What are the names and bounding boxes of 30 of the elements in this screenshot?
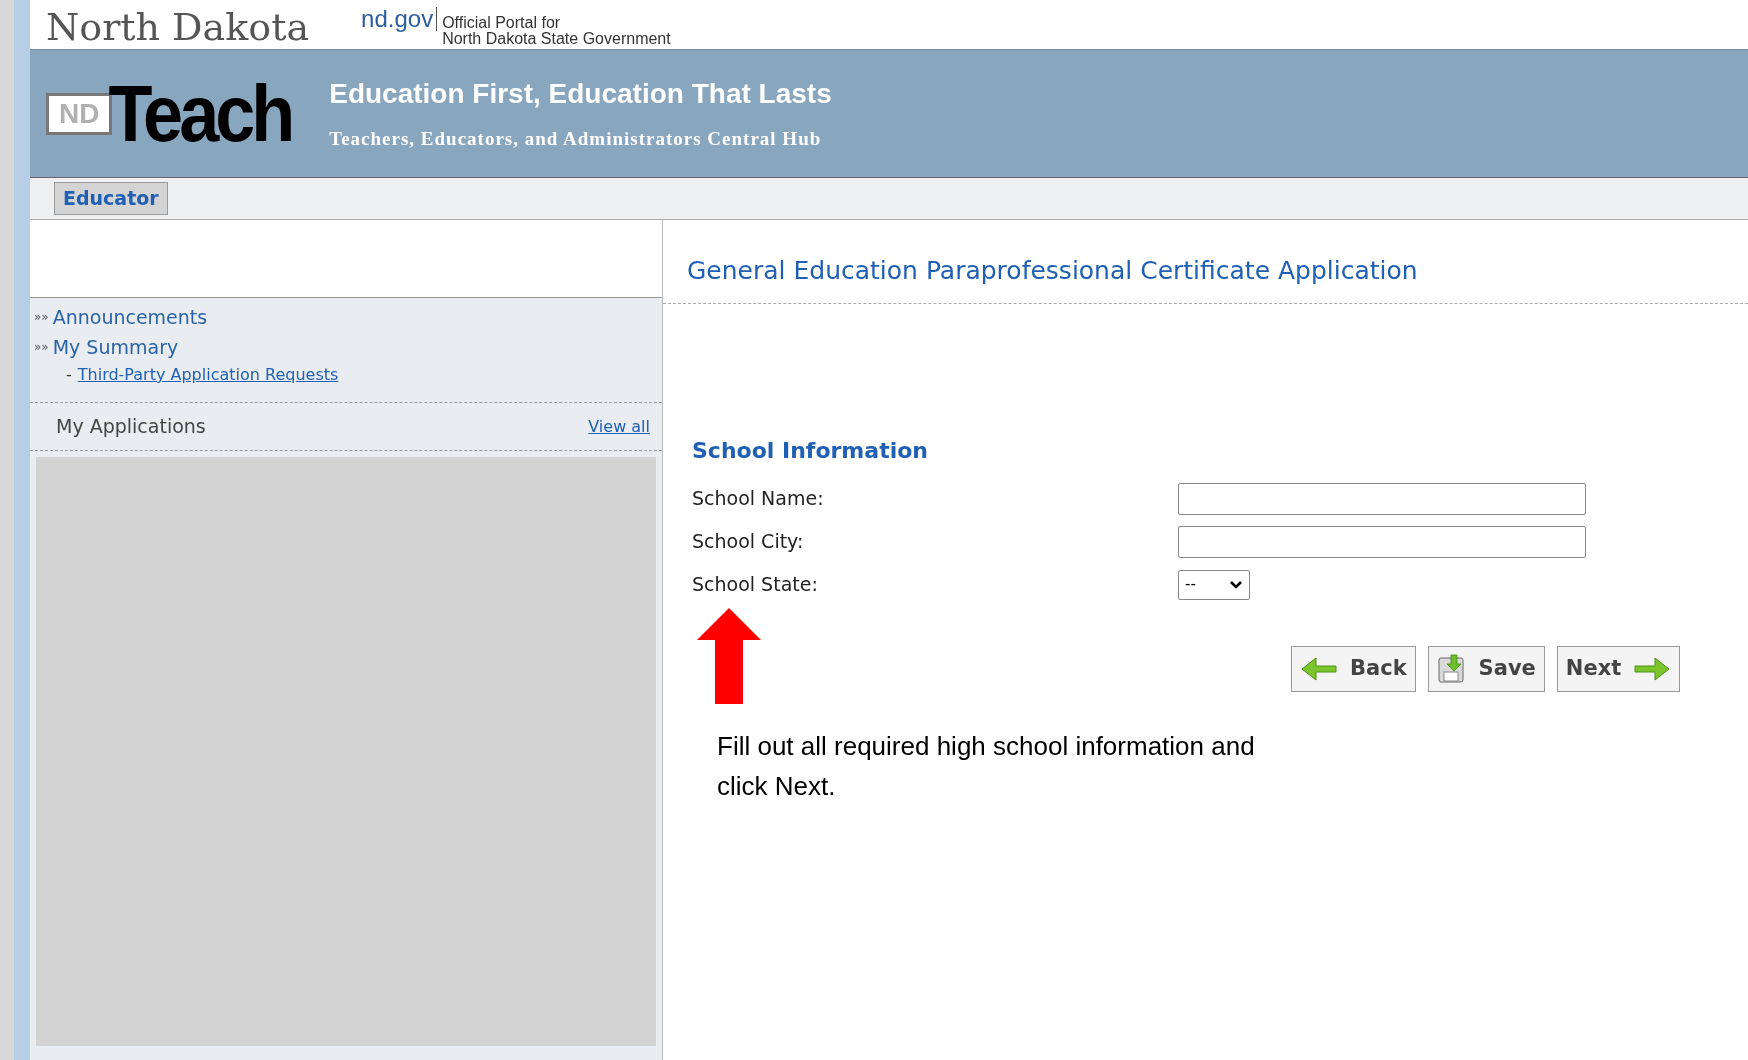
text-field[interactable] [1178,525,1586,558]
page-title: General Education Paraprofessional Certificate Application [687,254,1418,287]
portal-caption: Official Portal for [442,15,562,31]
field-label: School State: [692,572,819,598]
section-heading: School Information [692,437,929,465]
state-name: North Dakota [46,8,310,49]
banner-subtitle: Teachers, Educators, and Administrators Central Hub [329,127,823,152]
next-button[interactable]: Next [1556,646,1681,692]
view-all-link[interactable]: View all [588,414,650,439]
sidebar-sublink[interactable]: Third-Party Application Requests [77,363,339,387]
field-label: School Name: [692,486,825,512]
back-button[interactable]: Back [1291,646,1416,692]
portal-caption: North Dakota State Government [442,31,671,47]
applications-heading: My Applications [56,414,206,440]
portal-domain[interactable]: nd.gov [361,7,438,31]
instruction-text: Fill out all required high school information and click Next. [717,730,1256,803]
left-arrow-icon [1300,656,1338,682]
chevron-down-icon [1229,579,1243,590]
dash-marker: - [66,364,72,386]
field-label: School City: [692,529,805,555]
state-dropdown[interactable]: -- [1178,569,1250,600]
bullet-marker: »» [34,339,49,356]
save-button[interactable]: Save [1427,646,1545,692]
text-field[interactable] [1178,482,1586,515]
right-arrow-icon [1633,656,1672,682]
banner-title: Education First, Education That Lasts [329,77,832,112]
nav-tab[interactable]: Educator [54,182,168,215]
sidebar-link[interactable]: My Summary [52,332,179,362]
bullet-marker: »» [34,309,49,326]
sidebar-link[interactable]: Announcements [52,302,208,332]
